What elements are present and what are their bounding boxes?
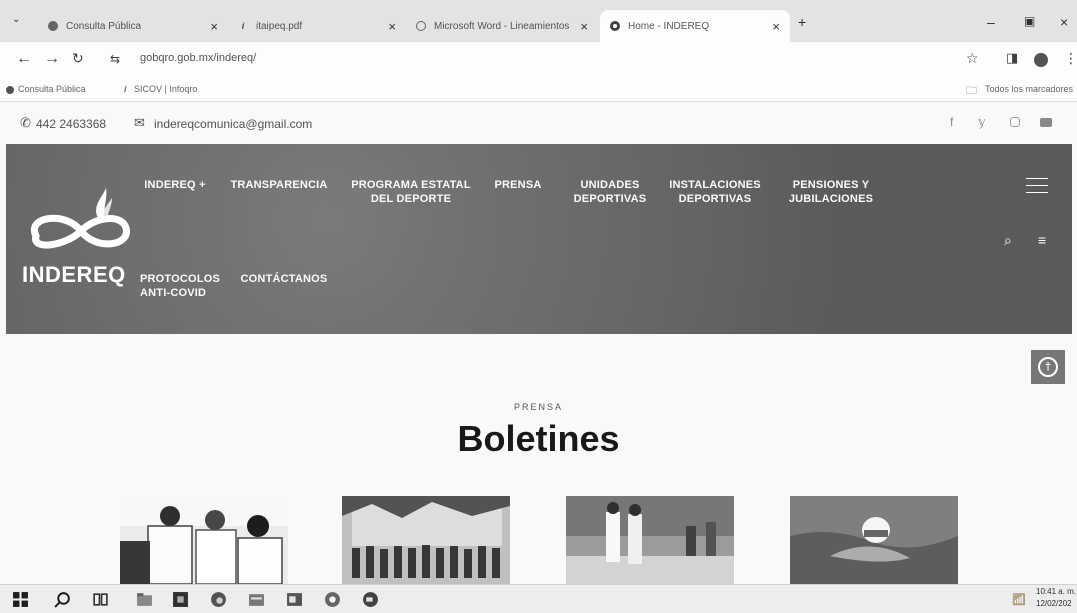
youtube-icon[interactable] — [1040, 118, 1052, 127]
close-tab-icon[interactable]: × — [580, 19, 588, 34]
chrome-icon[interactable] — [324, 591, 341, 608]
zoom-icon[interactable] — [362, 591, 379, 608]
phone-icon: ✆ — [20, 115, 31, 130]
nav-contactanos[interactable]: CONTÁCTANOS — [234, 272, 334, 286]
header-banner: INDEREQ INDEREQ + TRANSPARENCIA PROGRAMA… — [6, 144, 1072, 334]
windows-taskbar: 📶 10:41 a. m. 12/02/202 — [0, 584, 1077, 613]
brand-name: INDEREQ — [22, 262, 126, 287]
windows-start-icon[interactable] — [12, 591, 29, 608]
news-card-image[interactable] — [790, 496, 958, 584]
taskbar-search-icon[interactable] — [54, 591, 71, 608]
hamburger-top-icon[interactable] — [1026, 172, 1048, 199]
mail-icon: ✉ — [134, 115, 145, 130]
all-bookmarks-link[interactable]: Todos los marcadores — [985, 84, 1073, 94]
new-tab-icon[interactable]: + — [798, 14, 806, 30]
section-title: Boletines — [457, 418, 620, 459]
globe-icon — [416, 21, 426, 31]
facebook-icon[interactable]: f — [950, 115, 953, 129]
contact-phone[interactable]: 442 2463368 — [36, 117, 106, 131]
folder-icon: 🗀 — [966, 85, 977, 97]
contact-email[interactable]: indereqcomunica@gmail.com — [154, 117, 312, 131]
nav-prensa[interactable]: PRENSA — [488, 178, 548, 192]
tab-title: itaipeq.pdf — [256, 20, 303, 32]
news-card-image[interactable] — [120, 496, 288, 584]
tab-itaipeq[interactable]: i itaipeq.pdf × — [228, 10, 406, 42]
info-icon: i — [241, 21, 245, 31]
profile-avatar[interactable] — [1034, 53, 1048, 67]
tab-title: Consulta Pública — [66, 20, 142, 32]
bookmark-sicov[interactable]: SICOV | Infoqro — [134, 84, 197, 94]
favicon-icon — [610, 21, 620, 31]
address-bar: ← → ↻ ⇆ gobqro.gob.mx/indereq/ ☆ ◨ ⋮ — [0, 42, 1077, 78]
browser-tab-bar: ⌄ Consulta Pública × i itaipeq.pdf × Mic… — [0, 0, 1077, 42]
close-tab-icon[interactable]: × — [772, 19, 780, 34]
url-input[interactable]: gobqro.gob.mx/indereq/ — [140, 52, 256, 64]
side-panel-icon[interactable]: ◨ — [1006, 50, 1018, 66]
news-card-image[interactable] — [566, 496, 734, 584]
app-tile-icon[interactable] — [172, 591, 189, 608]
news-card-image[interactable] — [342, 496, 510, 584]
nav-protocolos-anticovid[interactable]: PROTOCOLOS ANTI-COVID — [136, 272, 220, 300]
tab-home-indereq[interactable]: Home - INDEREQ × — [600, 10, 790, 42]
task-view-icon[interactable] — [92, 591, 109, 608]
taskbar-time[interactable]: 10:41 a. m. — [1036, 587, 1076, 596]
file-explorer-icon[interactable] — [136, 591, 153, 608]
close-tab-icon[interactable]: × — [210, 19, 218, 34]
taskbar-date[interactable]: 12/02/202 — [1036, 599, 1072, 608]
bookmarks-bar: Consulta Pública i SICOV | Infoqro 🗀 Tod… — [0, 78, 1077, 102]
nav-pensiones-jubilaciones[interactable]: PENSIONES Y JUBILACIONES — [778, 178, 884, 206]
nav-programa-estatal[interactable]: PROGRAMA ESTATAL DEL DEPORTE — [346, 178, 476, 206]
nav-transparencia[interactable]: TRANSPARENCIA — [224, 178, 334, 192]
nav-indereq-plus[interactable]: INDEREQ + — [140, 178, 210, 192]
nav-unidades-deportivas[interactable]: UNIDADES DEPORTIVAS — [562, 178, 658, 206]
favicon-icon — [48, 21, 58, 31]
close-window-icon[interactable]: × — [1060, 14, 1068, 30]
back-icon[interactable]: ← — [16, 50, 32, 68]
tab-title: Microsoft Word - Lineamientos — [434, 20, 570, 32]
site-info-icon[interactable]: ⇆ — [110, 52, 120, 66]
minimize-icon[interactable]: – — [987, 14, 995, 30]
reload-icon[interactable]: ↻ — [72, 50, 84, 67]
web-page: ✆ 442 2463368 ✉ indereqcomunica@gmail.co… — [0, 102, 1077, 584]
tab-search-icon[interactable]: ⌄ — [12, 14, 20, 25]
contact-bar: ✆ 442 2463368 ✉ indereqcomunica@gmail.co… — [0, 102, 1077, 144]
section-kicker: PRENSA — [513, 402, 563, 412]
close-tab-icon[interactable]: × — [388, 19, 396, 34]
indereq-logo-icon[interactable] — [26, 186, 136, 256]
tab-microsoft-word[interactable]: Microsoft Word - Lineamientos × — [406, 10, 598, 42]
edge-browser-icon[interactable] — [210, 591, 227, 608]
network-icon[interactable]: 📶 — [1012, 593, 1026, 606]
nav-instalaciones-deportivas[interactable]: INSTALACIONES DEPORTIVAS — [662, 178, 768, 206]
accessibility-button[interactable]: † — [1031, 350, 1065, 384]
search-icon[interactable]: ⌕ — [1004, 232, 1012, 249]
tab-title: Home - INDEREQ — [628, 20, 710, 32]
tab-consulta-publica[interactable]: Consulta Pública × — [38, 10, 228, 42]
menu-icon[interactable]: ≡ — [1038, 232, 1046, 248]
bookmark-favicon-icon — [6, 86, 14, 94]
twitter-icon[interactable]: 𝕪 — [978, 115, 986, 129]
forward-icon[interactable]: → — [44, 50, 60, 68]
outlook-icon[interactable] — [286, 591, 303, 608]
bookmark-star-icon[interactable]: ☆ — [966, 50, 979, 67]
restore-icon[interactable]: ▣ — [1024, 14, 1035, 28]
accessibility-icon: † — [1038, 357, 1058, 377]
instagram-icon[interactable] — [1010, 117, 1020, 127]
kebab-menu-icon[interactable]: ⋮ — [1064, 50, 1077, 67]
bookmark-consulta-publica[interactable]: Consulta Pública — [18, 84, 86, 94]
app-icon[interactable] — [248, 591, 265, 608]
bookmark-info-icon: i — [124, 84, 127, 94]
